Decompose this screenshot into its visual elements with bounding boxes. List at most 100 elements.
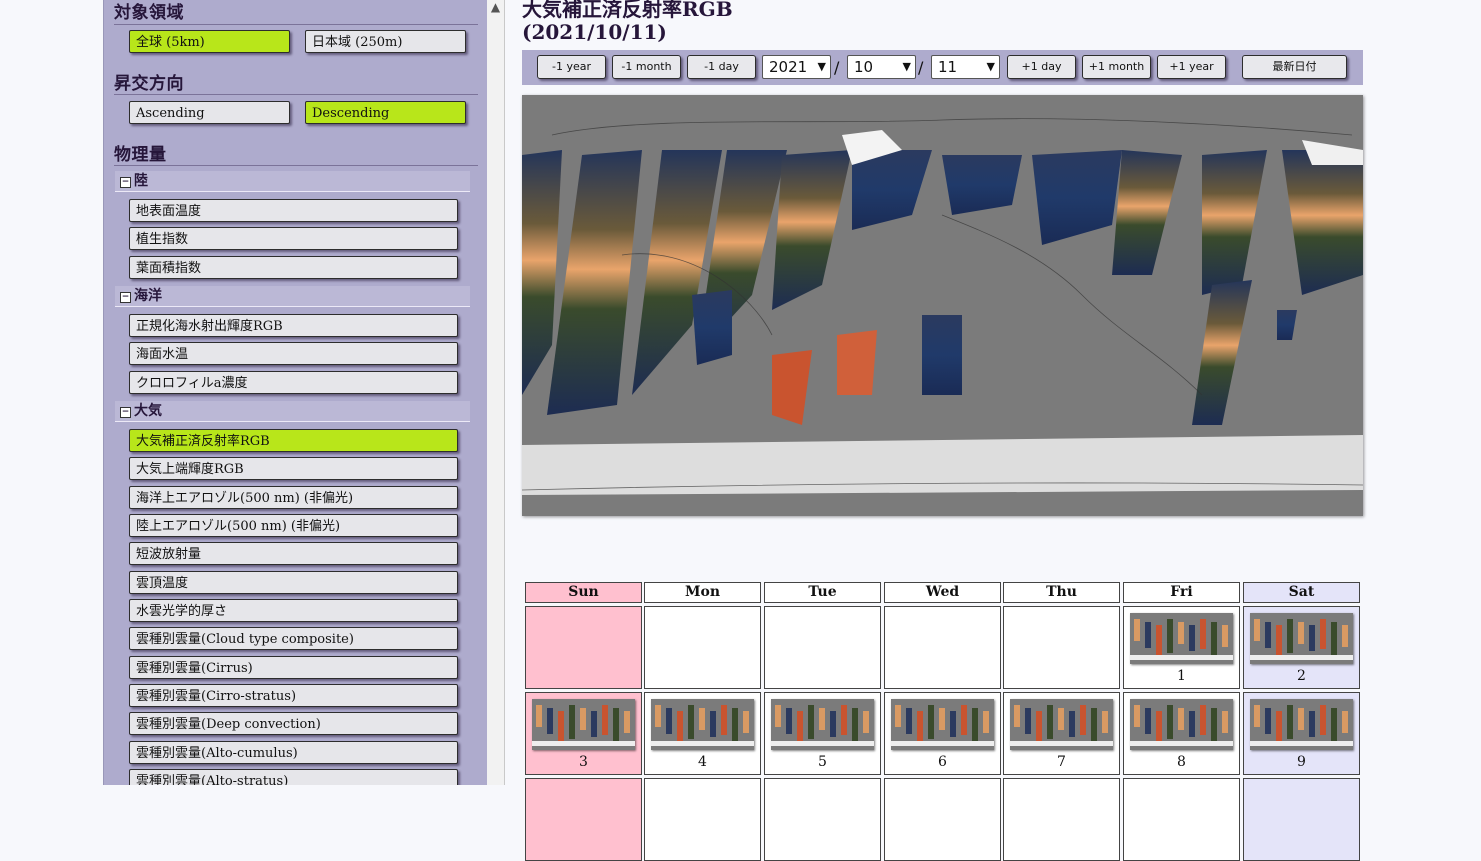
- category-land-label: 陸: [134, 173, 148, 189]
- item-sea-surface-temperature[interactable]: 海面水温: [129, 342, 458, 365]
- calendar-day-partial[interactable]: [525, 778, 642, 861]
- item-cloud-cirro-stratus[interactable]: 雲種別雲量(Cirro-stratus): [129, 684, 458, 707]
- region-japan-button[interactable]: 日本域 (250m): [305, 30, 466, 53]
- day-thumbnail[interactable]: [651, 699, 754, 750]
- weekday-header-wed: Wed: [884, 582, 1001, 603]
- satellite-global-map[interactable]: [522, 95, 1363, 516]
- collapse-icon[interactable]: −: [120, 177, 131, 188]
- item-shortwave-radiation[interactable]: 短波放射量: [129, 542, 458, 565]
- calendar-day-3[interactable]: 3: [525, 692, 642, 775]
- day-thumbnail[interactable]: [891, 699, 994, 750]
- chevron-down-icon: ▼: [817, 60, 826, 73]
- weekday-header-thu: Thu: [1003, 582, 1120, 603]
- divider: [114, 24, 478, 25]
- day-thumbnail[interactable]: [1010, 699, 1113, 750]
- calendar-day-partial[interactable]: [1123, 778, 1240, 861]
- sidebar-scrollbar[interactable]: ▲: [487, 0, 505, 785]
- item-water-leaving-radiance-rgb[interactable]: 正規化海水射出輝度RGB: [129, 314, 458, 337]
- category-ocean-label: 海洋: [134, 288, 162, 304]
- item-cloud-deep-convection[interactable]: 雲種別雲量(Deep convection): [129, 712, 458, 735]
- minus-month-button[interactable]: -1 month: [612, 55, 681, 79]
- day-thumbnail[interactable]: [1130, 613, 1233, 664]
- collapse-icon[interactable]: −: [120, 407, 131, 418]
- divider: [114, 165, 478, 166]
- day-thumbnail[interactable]: [1130, 699, 1233, 750]
- item-land-surface-temperature[interactable]: 地表面温度: [129, 199, 458, 222]
- page-title: 大気補正済反射率RGB (2021/10/11): [522, 0, 733, 44]
- day-number: 1: [1177, 668, 1186, 684]
- date-toolbar: -1 year -1 month -1 day 2021 ▼ / 10 ▼ / 11…: [522, 50, 1363, 85]
- category-ocean[interactable]: − 海洋: [115, 286, 470, 307]
- item-toa-radiance-rgb[interactable]: 大気上端輝度RGB: [129, 457, 458, 480]
- item-atm-corrected-reflectance-rgb[interactable]: 大気補正済反射率RGB: [129, 429, 458, 452]
- day-number: 7: [1057, 754, 1066, 770]
- page-title-product: 大気補正済反射率RGB: [522, 0, 733, 21]
- descending-button[interactable]: Descending: [305, 101, 466, 124]
- category-atmosphere[interactable]: − 大気: [115, 401, 470, 422]
- day-number: 3: [579, 754, 588, 770]
- calendar-day-6[interactable]: 6: [884, 692, 1001, 775]
- region-section-title: 対象領域: [114, 3, 184, 23]
- collapse-icon[interactable]: −: [120, 292, 131, 303]
- item-cloud-cirrus[interactable]: 雲種別雲量(Cirrus): [129, 656, 458, 679]
- plus-day-button[interactable]: +1 day: [1007, 55, 1076, 79]
- calendar-day-8[interactable]: 8: [1123, 692, 1240, 775]
- calendar-day-empty: [764, 606, 881, 689]
- calendar-day-partial[interactable]: [644, 778, 761, 861]
- calendar-day-empty: [884, 606, 1001, 689]
- region-global-button[interactable]: 全球 (5km): [129, 30, 290, 53]
- weekday-header-sat: Sat: [1243, 582, 1360, 603]
- item-cloud-top-temperature[interactable]: 雲頂温度: [129, 571, 458, 594]
- calendar-day-empty: [1003, 606, 1120, 689]
- item-vegetation-index[interactable]: 植生指数: [129, 227, 458, 250]
- divider: [114, 94, 478, 95]
- item-cloud-alto-stratus[interactable]: 雲種別雲量(Alto-stratus): [129, 769, 458, 785]
- item-leaf-area-index[interactable]: 葉面積指数: [129, 256, 458, 279]
- calendar-day-2[interactable]: 2: [1243, 606, 1360, 689]
- item-water-cloud-optical-thickness[interactable]: 水雲光学的厚さ: [129, 599, 458, 622]
- minus-year-button[interactable]: -1 year: [537, 55, 606, 79]
- calendar-day-1[interactable]: 1: [1123, 606, 1240, 689]
- weekday-header-sun: Sun: [525, 582, 642, 603]
- calendar-day-partial[interactable]: [884, 778, 1001, 861]
- calendar-day-7[interactable]: 7: [1003, 692, 1120, 775]
- category-land[interactable]: − 陸: [115, 171, 470, 192]
- chevron-down-icon: ▼: [986, 60, 995, 73]
- scroll-up-arrow-icon[interactable]: ▲: [487, 0, 504, 14]
- item-land-aerosol[interactable]: 陸上エアロゾル(500 nm) (非偏光): [129, 514, 458, 537]
- day-thumbnail[interactable]: [1250, 613, 1353, 664]
- direction-section-title: 昇交方向: [114, 74, 184, 94]
- ascending-button[interactable]: Ascending: [129, 101, 290, 124]
- weekday-header-mon: Mon: [644, 582, 761, 603]
- plus-month-button[interactable]: +1 month: [1082, 55, 1151, 79]
- month-select-value: 10: [854, 58, 874, 76]
- date-separator: /: [834, 58, 840, 77]
- plus-year-button[interactable]: +1 year: [1157, 55, 1226, 79]
- item-cloud-alto-cumulus[interactable]: 雲種別雲量(Alto-cumulus): [129, 741, 458, 764]
- calendar-day-5[interactable]: 5: [764, 692, 881, 775]
- day-thumbnail[interactable]: [1250, 699, 1353, 750]
- day-number: 4: [698, 754, 707, 770]
- date-separator: /: [918, 58, 924, 77]
- calendar-day-9[interactable]: 9: [1243, 692, 1360, 775]
- month-select[interactable]: 10 ▼: [847, 55, 916, 79]
- item-chlorophyll-a[interactable]: クロロフィルa濃度: [129, 371, 458, 394]
- day-thumbnail[interactable]: [532, 699, 635, 750]
- latest-date-button[interactable]: 最新日付: [1242, 55, 1347, 79]
- calendar-day-empty: [525, 606, 642, 689]
- day-number: 8: [1177, 754, 1186, 770]
- item-ocean-aerosol[interactable]: 海洋上エアロゾル(500 nm) (非偏光): [129, 486, 458, 509]
- calendar-day-partial[interactable]: [1243, 778, 1360, 861]
- physics-section-title: 物理量: [114, 145, 167, 165]
- minus-day-button[interactable]: -1 day: [687, 55, 756, 79]
- year-select-value: 2021: [769, 58, 808, 76]
- year-select[interactable]: 2021 ▼: [762, 55, 831, 79]
- calendar-day-partial[interactable]: [1003, 778, 1120, 861]
- satellite-swath-image: [522, 95, 1363, 516]
- item-cloud-type-composite[interactable]: 雲種別雲量(Cloud type composite): [129, 627, 458, 650]
- weekday-header-tue: Tue: [764, 582, 881, 603]
- day-select[interactable]: 11 ▼: [931, 55, 1000, 79]
- calendar-day-partial[interactable]: [764, 778, 881, 861]
- calendar-day-4[interactable]: 4: [644, 692, 761, 775]
- day-thumbnail[interactable]: [771, 699, 874, 750]
